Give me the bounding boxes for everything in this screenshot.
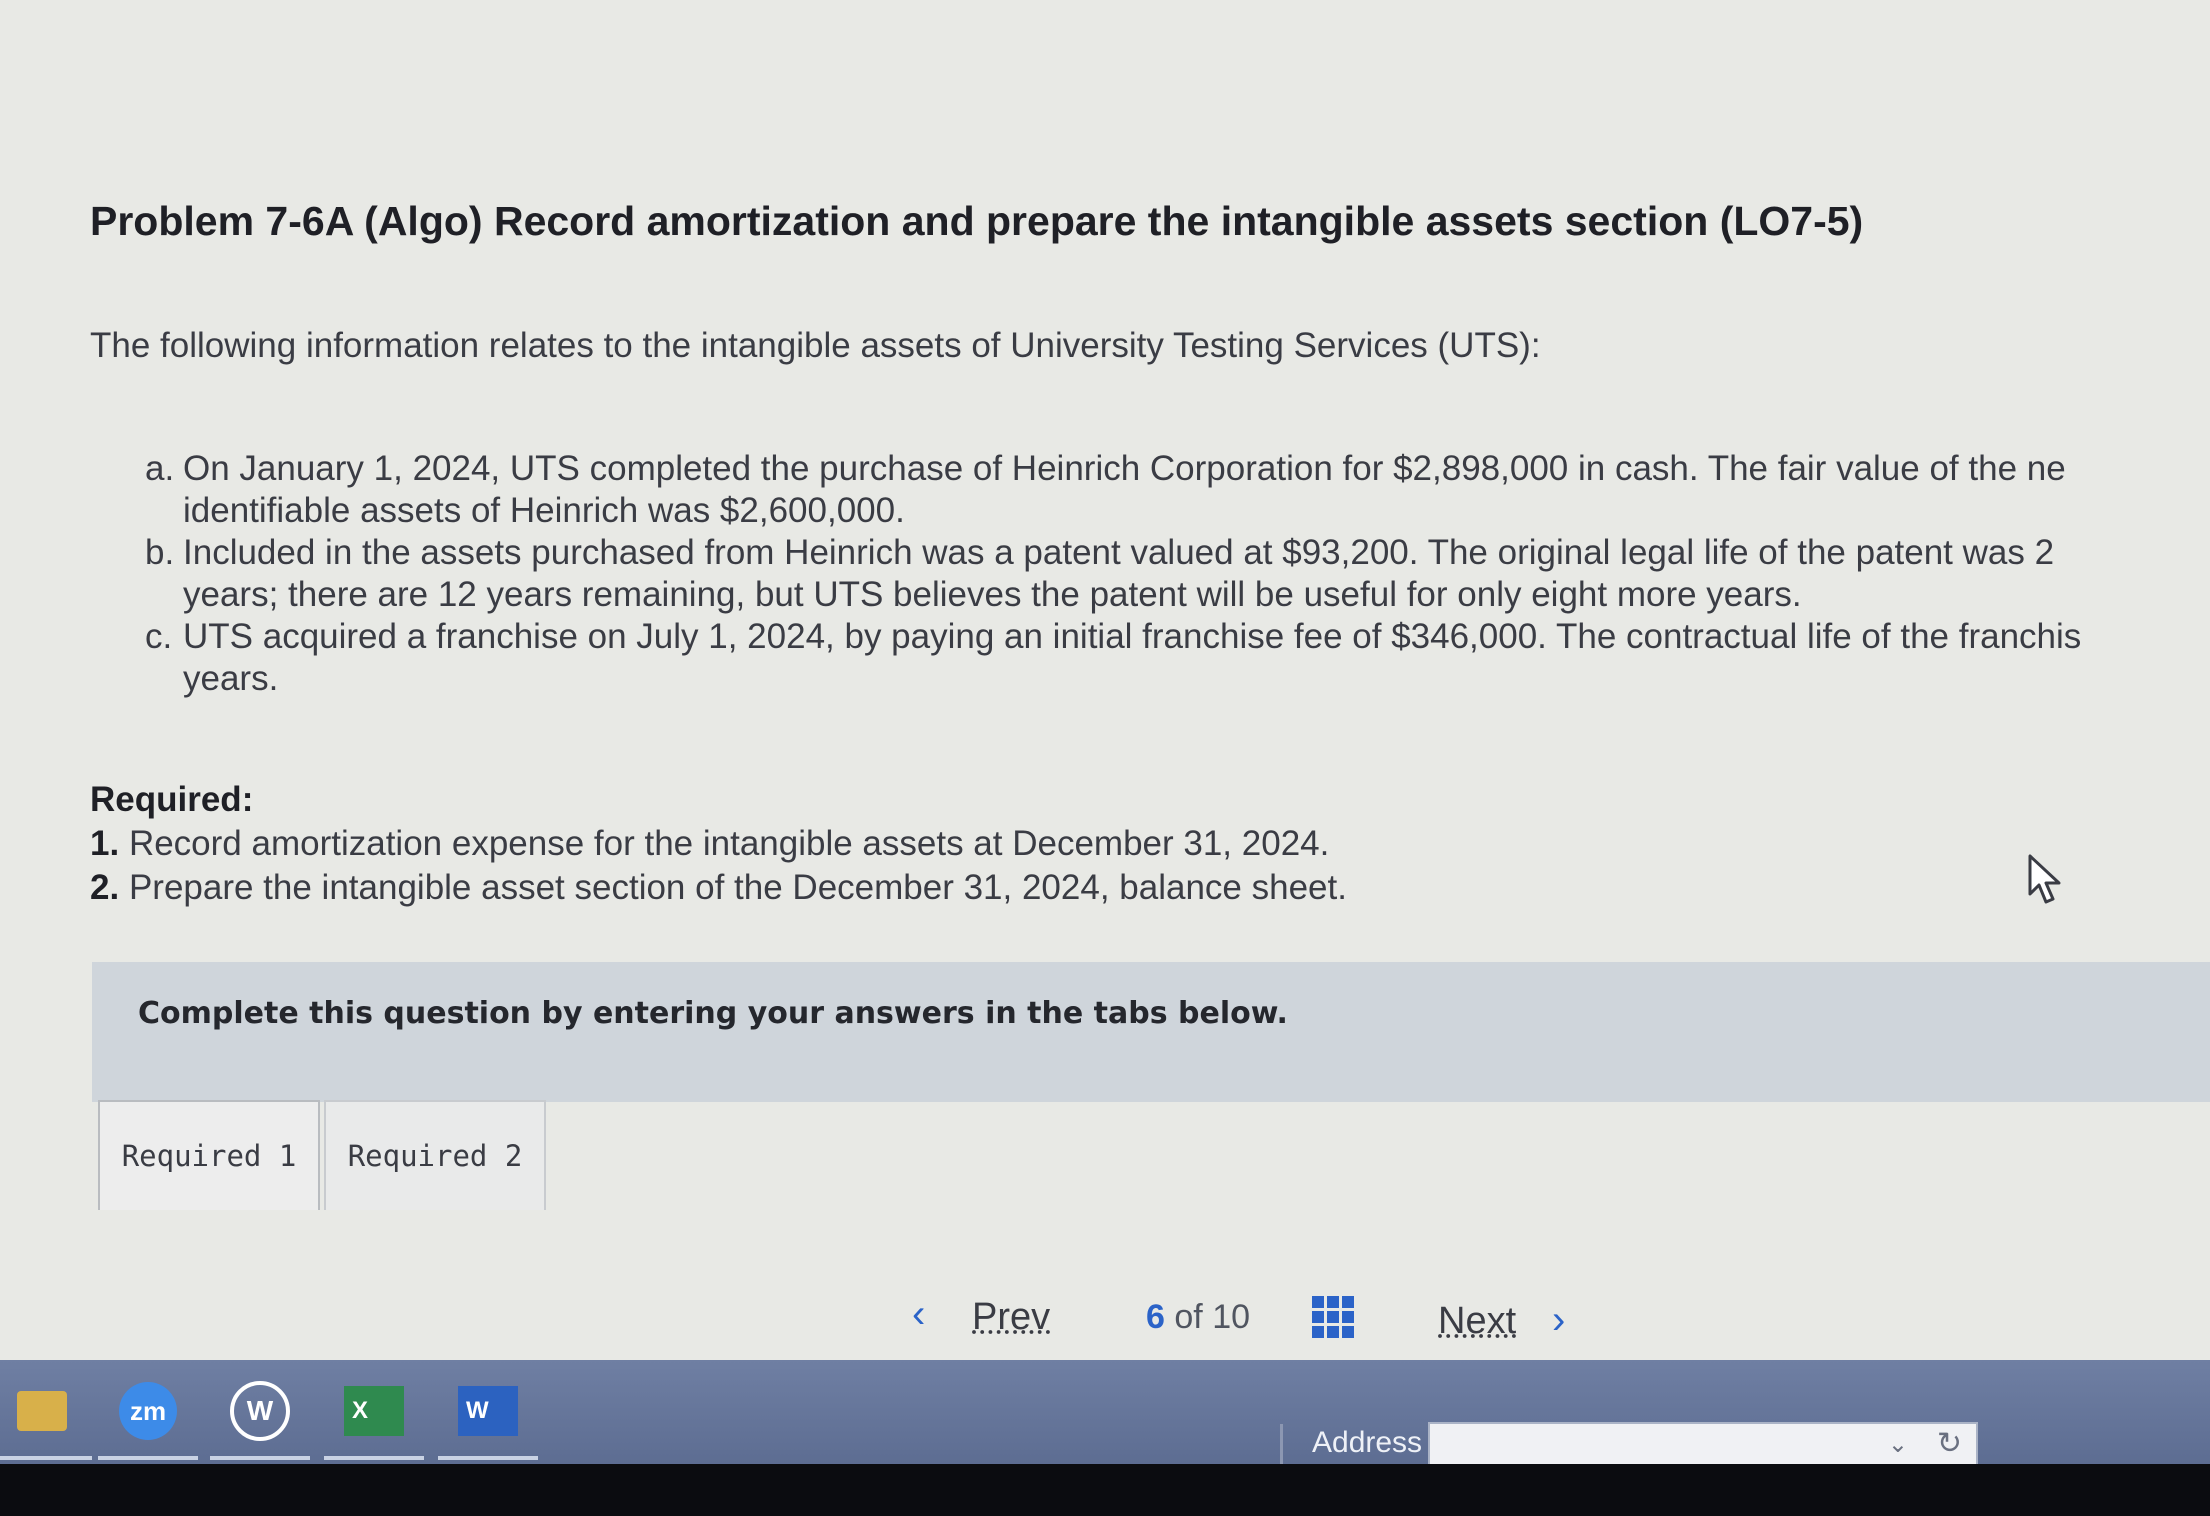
tab-required-1[interactable]: Required 1 (98, 1100, 320, 1210)
chevron-left-icon[interactable]: ‹ (912, 1292, 925, 1337)
file-explorer-icon[interactable] (0, 1382, 92, 1460)
problem-items: a. On January 1, 2024, UTS completed the… (145, 448, 2205, 700)
next-button[interactable]: Next (1438, 1300, 1516, 1343)
prev-button[interactable]: Prev (972, 1296, 1050, 1339)
mouse-cursor-icon (2028, 854, 2061, 904)
required-heading: Required: (90, 780, 254, 819)
address-label: Address (1312, 1426, 1423, 1459)
item-marker: b. (145, 533, 175, 572)
page-indicator: 6 of 10 (1146, 1298, 1250, 1337)
question-page: Problem 7-6A (Algo) Record amortization … (0, 0, 2210, 1360)
chevron-down-icon[interactable]: ⌄ (1888, 1430, 1908, 1459)
total-pages: 10 (1212, 1298, 1251, 1336)
page-of: of (1174, 1298, 1203, 1336)
taskbar-separator (1280, 1424, 1283, 1464)
current-page: 6 (1146, 1298, 1165, 1336)
item-text-line: Included in the assets purchased from He… (183, 533, 2055, 572)
instruction-banner: Complete this question by entering your … (92, 962, 2210, 1102)
answer-tabs: Required 1 Required 2 (98, 1100, 550, 1212)
required-number: 2. (90, 868, 120, 907)
item-text-line: UTS acquired a franchise on July 1, 2024… (183, 617, 2082, 656)
item-text-line: years. (183, 659, 279, 698)
list-item: c. UTS acquired a franchise on July 1, 2… (145, 616, 2205, 700)
item-text-line: years; there are 12 years remaining, but… (183, 575, 1802, 614)
required-item: 2. Prepare the intangible asset section … (90, 866, 1347, 910)
wiki-icon[interactable]: W (210, 1381, 310, 1460)
required-list: 1. Record amortization expense for the i… (90, 822, 1347, 910)
item-text-line: identifiable assets of Heinrich was $2,6… (183, 491, 905, 530)
list-item: a. On January 1, 2024, UTS completed the… (145, 448, 2205, 532)
banner-text: Complete this question by entering your … (138, 996, 1288, 1031)
screen-bezel (0, 1464, 2210, 1516)
pager: ‹ Prev 6 of 10 Next › (0, 1288, 2210, 1348)
list-item: b. Included in the assets purchased from… (145, 532, 2205, 616)
address-input[interactable]: ⌄ ↻ (1428, 1422, 1978, 1468)
problem-intro: The following information relates to the… (90, 326, 1541, 365)
required-text: Record amortization expense for the inta… (128, 824, 1330, 863)
refresh-icon[interactable]: ↻ (1937, 1426, 1962, 1461)
tab-required-2[interactable]: Required 2 (324, 1100, 546, 1210)
required-item: 1. Record amortization expense for the i… (90, 822, 1347, 866)
required-text: Prepare the intangible asset section of … (128, 868, 1347, 907)
item-marker: c. (145, 617, 173, 656)
required-number: 1. (90, 824, 120, 863)
chevron-right-icon[interactable]: › (1552, 1298, 1565, 1343)
taskbar: zm W X W Address ⌄ ↻ (0, 1360, 2210, 1468)
word-icon[interactable]: W (438, 1382, 538, 1460)
zoom-icon[interactable]: zm (98, 1382, 198, 1460)
grid-icon[interactable] (1312, 1296, 1354, 1338)
item-text-line: On January 1, 2024, UTS completed the pu… (183, 449, 2066, 488)
problem-title: Problem 7-6A (Algo) Record amortization … (90, 198, 1864, 244)
excel-icon[interactable]: X (324, 1382, 424, 1460)
item-marker: a. (145, 449, 175, 488)
